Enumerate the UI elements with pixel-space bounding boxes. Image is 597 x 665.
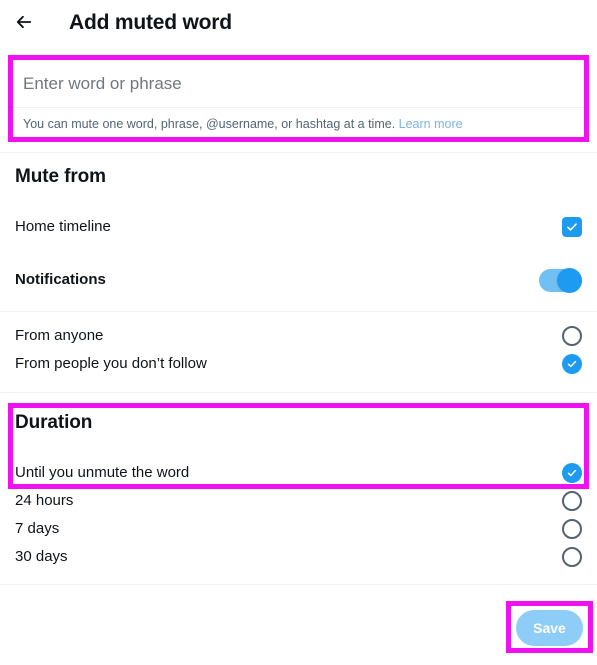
add-muted-word-screen: Add muted word You can mute one word, ph… — [0, 0, 597, 665]
row-home-timeline-label: Home timeline — [15, 218, 111, 235]
row-from-anyone-label: From anyone — [15, 327, 104, 344]
row-from-people-you-dont-follow[interactable]: From people you don’t follow — [0, 353, 597, 375]
word-input[interactable] — [13, 60, 584, 108]
row-30-days-label: 30 days — [15, 548, 68, 565]
row-notifications[interactable]: Notifications — [0, 267, 597, 293]
word-input-help-text: You can mute one word, phrase, @username… — [23, 117, 396, 131]
row-24-hours[interactable]: 24 hours — [0, 490, 597, 512]
row-7-days-label: 7 days — [15, 520, 60, 537]
row-7-days[interactable]: 7 days — [0, 518, 597, 540]
page-title: Add muted word — [69, 10, 232, 34]
row-until-you-unmute-the-word-label: Until you unmute the word — [15, 464, 190, 481]
header: Add muted word — [0, 0, 597, 44]
row-30-days[interactable]: 30 days — [0, 546, 597, 568]
arrow-left-icon — [14, 12, 34, 32]
from-people-you-dont-follow-radio[interactable] — [562, 354, 582, 374]
row-notifications-label: Notifications — [15, 271, 106, 288]
notifications-toggle[interactable] — [539, 267, 582, 293]
24-hours-radio[interactable] — [562, 491, 582, 511]
toggle-knob — [557, 267, 582, 293]
divider — [0, 311, 597, 312]
word-input-block: You can mute one word, phrase, @username… — [13, 60, 584, 132]
divider — [0, 152, 597, 153]
30-days-radio[interactable] — [562, 547, 582, 567]
row-from-anyone[interactable]: From anyone — [0, 325, 597, 347]
mute-from-heading: Mute from — [15, 166, 106, 187]
from-anyone-radio[interactable] — [562, 326, 582, 346]
save-button[interactable]: Save — [516, 610, 583, 646]
learn-more-link[interactable]: Learn more — [399, 117, 463, 131]
7-days-radio[interactable] — [562, 519, 582, 539]
duration-heading: Duration — [15, 412, 93, 433]
row-24-hours-label: 24 hours — [15, 492, 74, 509]
divider — [0, 392, 597, 393]
row-until-you-unmute-the-word[interactable]: Until you unmute the word — [0, 461, 597, 485]
until-you-unmute-the-word-radio[interactable] — [562, 463, 582, 483]
row-from-people-you-dont-follow-label: From people you don’t follow — [15, 355, 207, 372]
back-button[interactable] — [7, 5, 41, 39]
row-home-timeline[interactable]: Home timeline — [0, 215, 597, 239]
word-input-help: You can mute one word, phrase, @username… — [13, 108, 584, 132]
divider — [0, 584, 597, 585]
home-timeline-checkbox[interactable] — [562, 217, 582, 237]
